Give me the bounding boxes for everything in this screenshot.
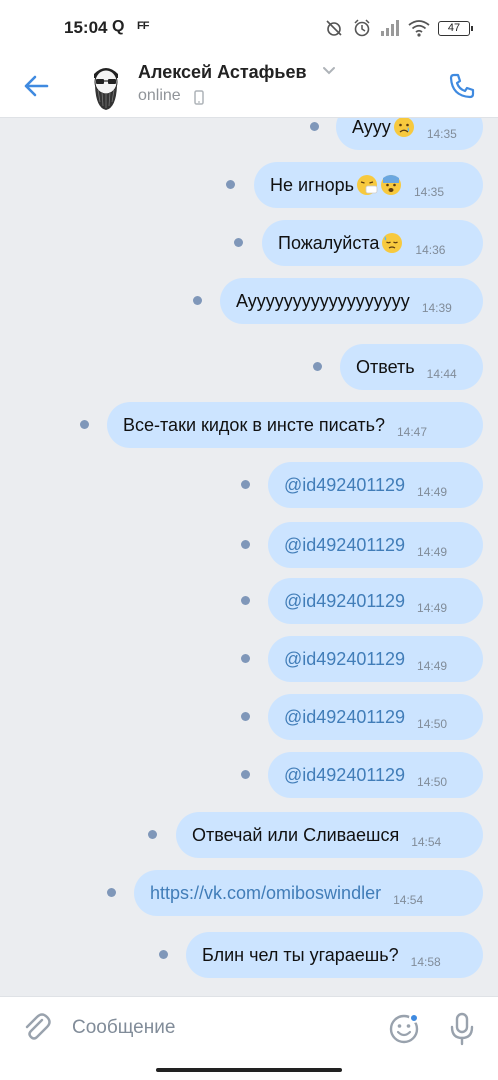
message-time: 14:58 (410, 955, 441, 969)
message-time: 14:44 (426, 367, 457, 381)
message-time: 14:47 (396, 425, 428, 439)
microphone-icon (450, 1012, 474, 1046)
call-button[interactable] (444, 68, 480, 104)
message-link[interactable]: @id492401129 (284, 591, 405, 612)
message-bubble[interactable]: @id492401129 14:49 (268, 636, 483, 682)
unread-indicator (193, 296, 202, 305)
unread-indicator (241, 480, 250, 489)
contact-name[interactable]: Алексей Астафьев (138, 62, 307, 83)
fearful-face-icon (380, 175, 401, 195)
message-list[interactable]: Аууу 14:35 Не игнорь 14:35 Пожалуйста 14:36 Ау… (0, 118, 498, 996)
unread-indicator (241, 596, 250, 605)
message-input[interactable] (72, 1013, 372, 1043)
unread-indicator (159, 950, 168, 959)
back-button[interactable] (18, 68, 54, 104)
chevron-down-icon[interactable] (322, 66, 336, 76)
message-bubble[interactable]: Ответь 14:44 (340, 344, 483, 390)
message-bubble[interactable]: @id492401129 14:50 (268, 694, 483, 740)
unread-indicator (148, 830, 157, 839)
unread-indicator (107, 888, 116, 897)
contact-status: online (138, 87, 181, 104)
q-icon: Q (112, 18, 125, 35)
message-time: 14:49 (417, 545, 448, 559)
status-bar: 15:04 Q FF 47 (0, 0, 498, 54)
unread-indicator (241, 770, 250, 779)
message-time: 14:54 (411, 835, 442, 849)
message-bubble[interactable]: @id492401129 14:50 (268, 752, 483, 798)
avatar[interactable] (80, 58, 132, 112)
message-text: Аууу (352, 118, 391, 137)
unread-indicator (234, 238, 243, 247)
signal-icon (381, 20, 399, 36)
message-bubble[interactable]: Не игнорь 14:35 (254, 162, 483, 208)
message-bubble[interactable]: @id492401129 14:49 (268, 462, 483, 508)
downcast-sweat-face-icon (382, 233, 403, 253)
message-time: 14:36 (415, 243, 446, 257)
unread-indicator (80, 420, 89, 429)
message-bubble[interactable]: Аууу 14:35 (336, 118, 483, 150)
sticker-badge (409, 1013, 419, 1023)
message-text: Отвечай или Сливаешся (192, 824, 400, 845)
message-time: 14:49 (417, 601, 448, 615)
message-time: 14:50 (417, 717, 448, 731)
message-bubble[interactable]: Отвечай или Сливаешся 14:54 (176, 812, 483, 858)
arrow-left-icon (24, 75, 49, 97)
unread-indicator (241, 540, 250, 549)
message-time: 14:49 (417, 659, 448, 673)
battery-icon: 47 (438, 20, 473, 36)
message-link[interactable]: @id492401129 (284, 535, 405, 556)
unread-indicator (310, 122, 319, 131)
unread-indicator (226, 180, 235, 189)
message-link[interactable]: @id492401129 (284, 475, 405, 496)
mobile-icon (194, 90, 204, 105)
alarm-icon (354, 19, 370, 37)
unread-indicator (313, 362, 322, 371)
message-text: Пожалуйста (278, 232, 380, 253)
status-time: 15:04 (64, 18, 108, 37)
ff-icon: FF (137, 20, 149, 32)
message-time: 14:35 (426, 127, 457, 141)
sneezing-face-icon (356, 175, 378, 195)
message-time: 14:49 (417, 485, 448, 499)
message-bubble[interactable]: @id492401129 14:49 (268, 522, 483, 568)
alarm-off-icon (326, 20, 342, 36)
message-bubble[interactable]: @id492401129 14:49 (268, 578, 483, 624)
message-time: 14:50 (417, 775, 448, 789)
message-text: Ауууууууууууууууууу (236, 290, 410, 311)
phone-icon (449, 73, 475, 99)
status-icons: 47 (324, 16, 473, 40)
message-bubble[interactable]: Пожалуйста 14:36 (262, 220, 483, 266)
message-text: Все-таки кидок в инсте писать? (123, 414, 385, 435)
home-indicator (156, 1068, 342, 1072)
message-link[interactable]: https://vk.com/omiboswindler (150, 883, 381, 904)
voice-button[interactable] (448, 1011, 476, 1047)
message-link[interactable]: @id492401129 (284, 707, 405, 728)
unread-indicator (241, 712, 250, 721)
message-text: Блин чел ты угараешь? (202, 944, 399, 965)
unread-indicator (241, 654, 250, 663)
message-time: 14:35 (413, 185, 445, 199)
message-time: 14:54 (393, 893, 424, 907)
wifi-icon (408, 20, 430, 37)
message-bubble[interactable]: https://vk.com/omiboswindler 14:54 (134, 870, 483, 916)
message-link[interactable]: @id492401129 (284, 649, 405, 670)
message-time: 14:39 (421, 301, 452, 315)
message-text: Не игнорь (270, 174, 354, 195)
crying-face-icon (393, 118, 414, 137)
attach-button[interactable] (20, 1011, 54, 1045)
message-bubble[interactable]: Блин чел ты угараешь? 14:58 (186, 932, 483, 978)
message-bubble[interactable]: Ауууууууууууууууууу 14:39 (220, 278, 483, 324)
message-bubble[interactable]: Все-таки кидок в инсте писать? 14:47 (107, 402, 483, 448)
paperclip-icon (25, 1013, 51, 1040)
message-link[interactable]: @id492401129 (284, 765, 405, 786)
message-text: Ответь (356, 356, 415, 377)
chat-header: Алексей Астафьев online (0, 54, 498, 118)
